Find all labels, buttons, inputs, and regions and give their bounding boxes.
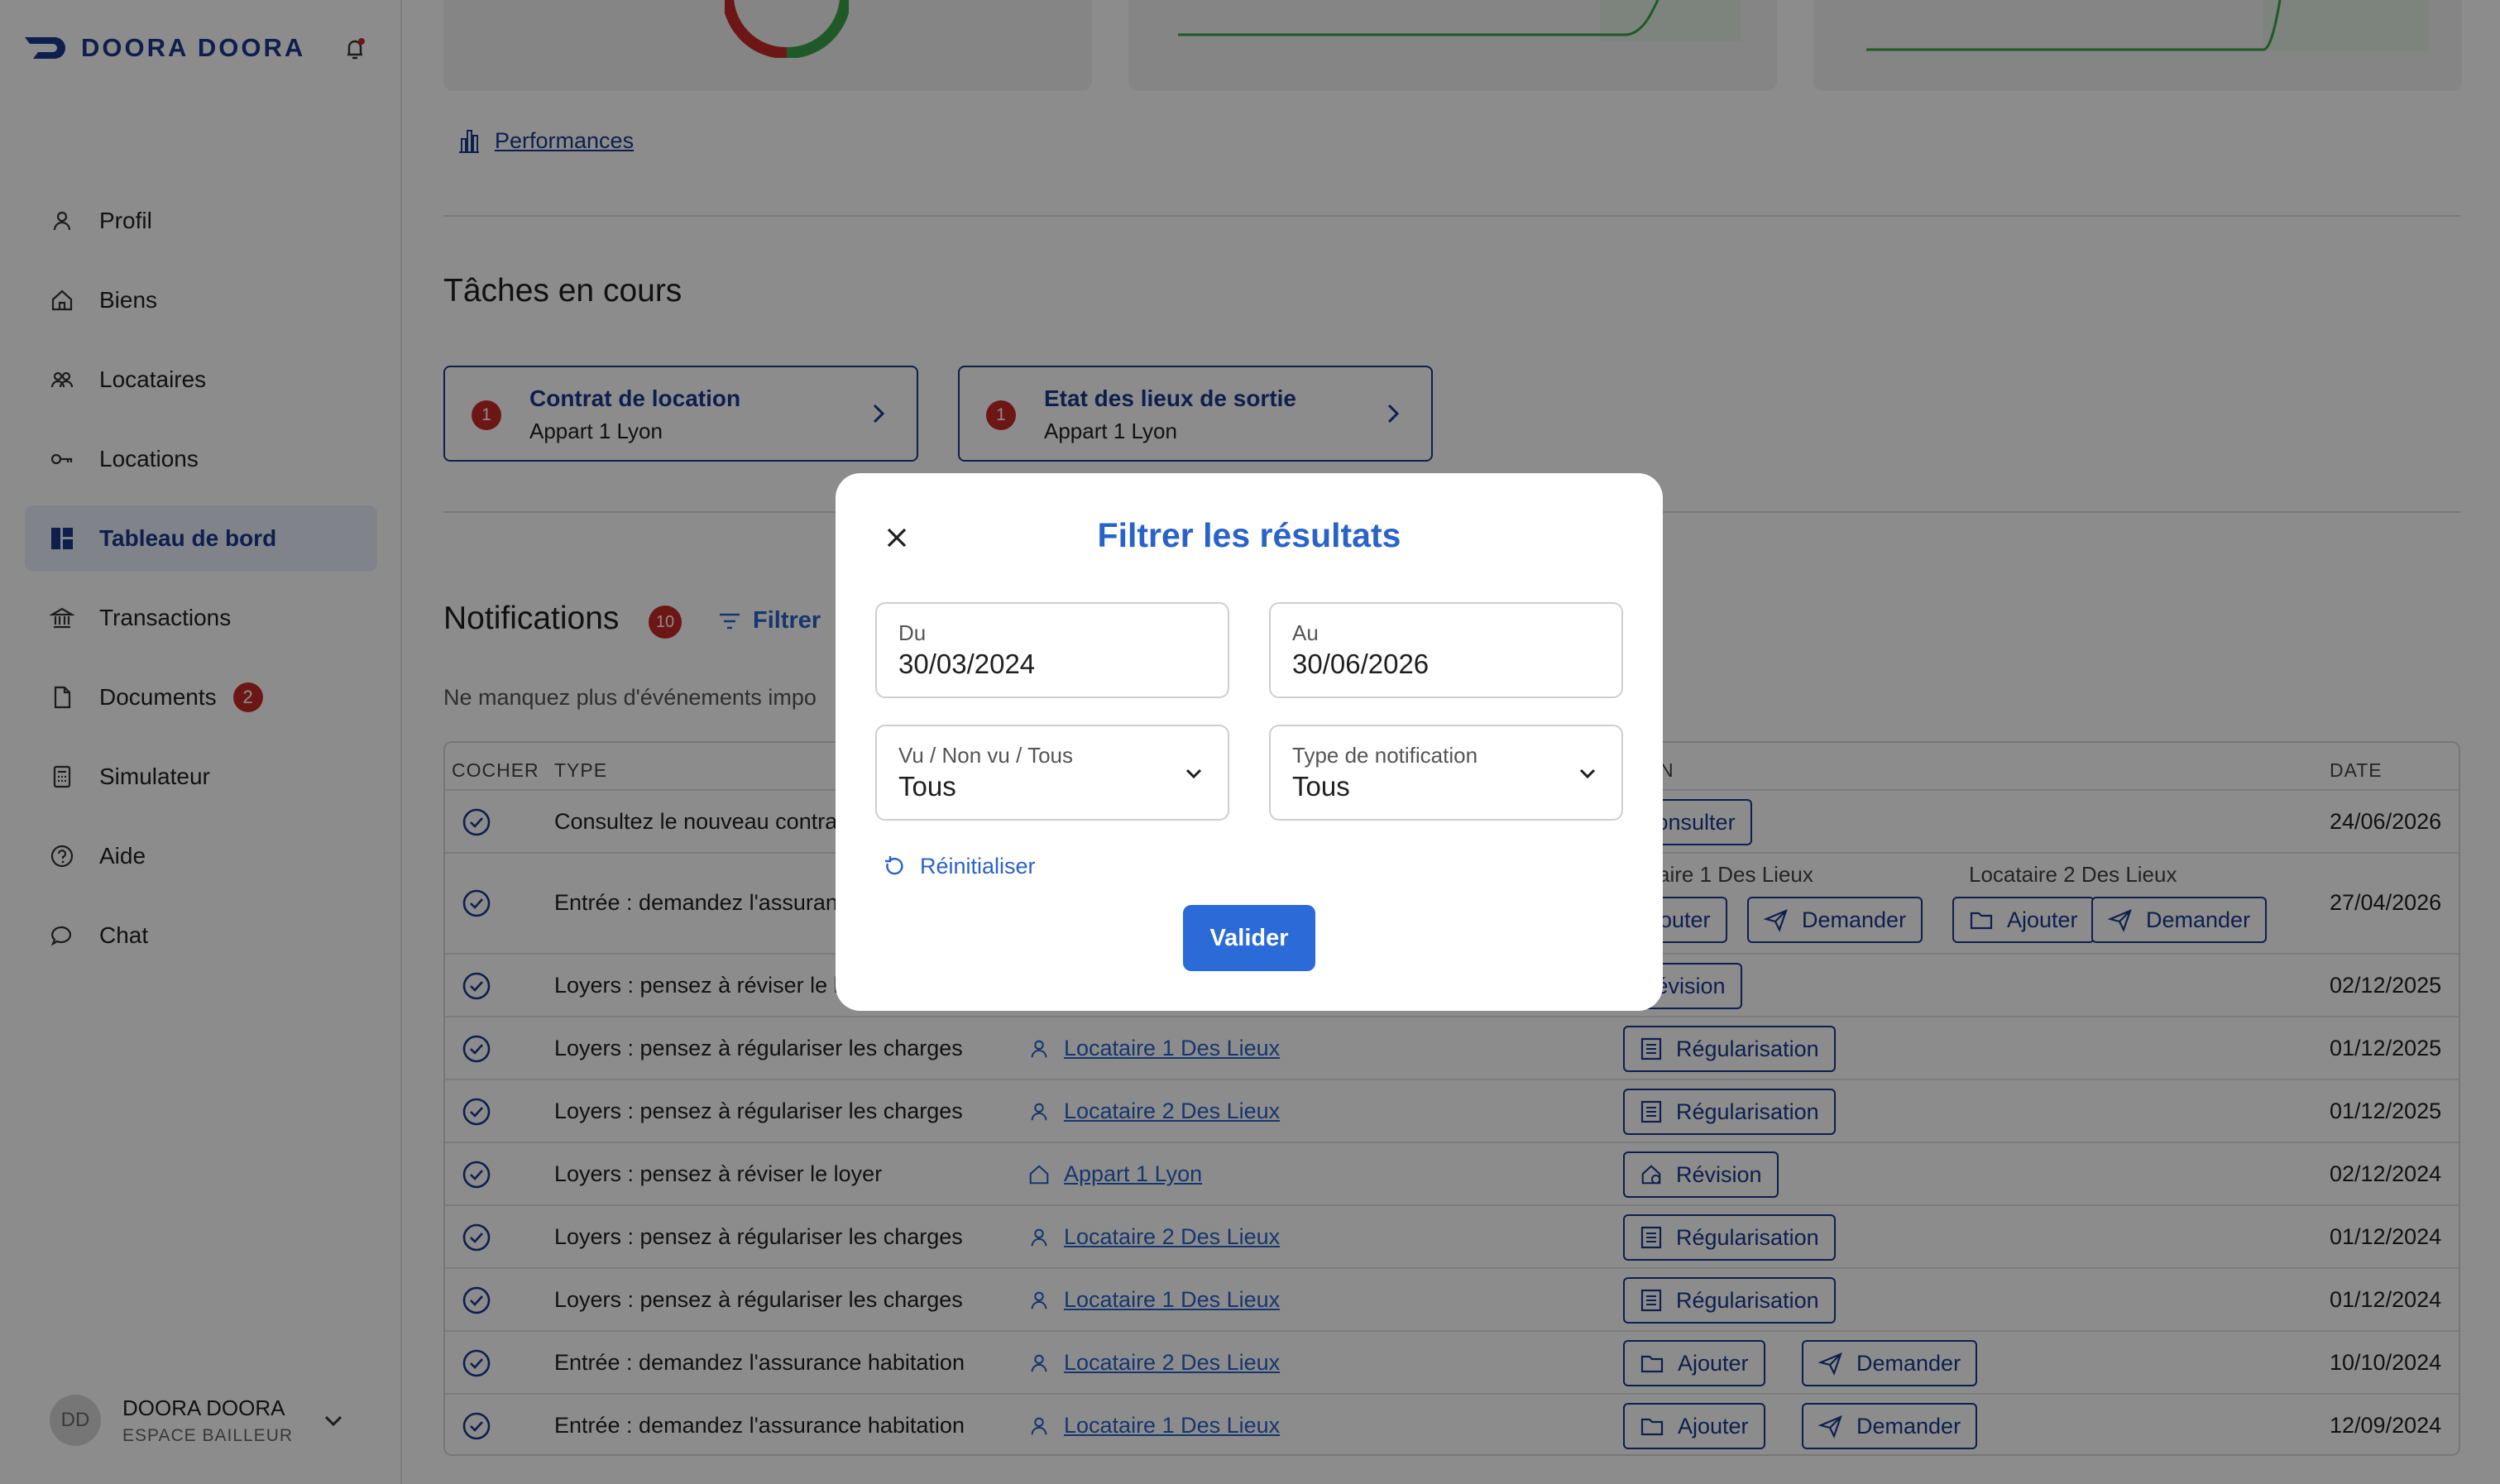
reset-button-label: Réinitialiser <box>920 854 1036 878</box>
validate-button[interactable]: Valider <box>1183 905 1315 971</box>
seen-status-value: Tous <box>898 771 956 802</box>
date-from-field[interactable]: Du 30/03/2024 <box>875 602 1229 698</box>
refresh-icon <box>885 855 903 874</box>
date-to-field[interactable]: Au 30/06/2026 <box>1269 602 1623 698</box>
notification-type-label: Type de notification <box>1292 743 1478 768</box>
reset-button[interactable]: Réinitialiser <box>882 854 1036 879</box>
filter-modal: Filtrer les résultats Du 30/03/2024 Au 3… <box>836 473 1663 1011</box>
date-to-value: 30/06/2026 <box>1292 649 1430 679</box>
seen-status-label: Vu / Non vu / Tous <box>898 743 1074 768</box>
chevron-down-icon <box>1579 768 1596 779</box>
date-from-label: Du <box>898 620 927 645</box>
notification-type-select[interactable]: Type de notification Tous <box>1269 725 1623 821</box>
modal-title: Filtrer les résultats <box>1097 516 1401 554</box>
date-to-label: Au <box>1292 620 1319 645</box>
date-from-value: 30/03/2024 <box>898 649 1036 679</box>
seen-status-select[interactable]: Vu / Non vu / Tous Tous <box>875 725 1229 821</box>
notification-type-value: Tous <box>1292 771 1350 802</box>
chevron-down-icon <box>1185 768 1202 779</box>
